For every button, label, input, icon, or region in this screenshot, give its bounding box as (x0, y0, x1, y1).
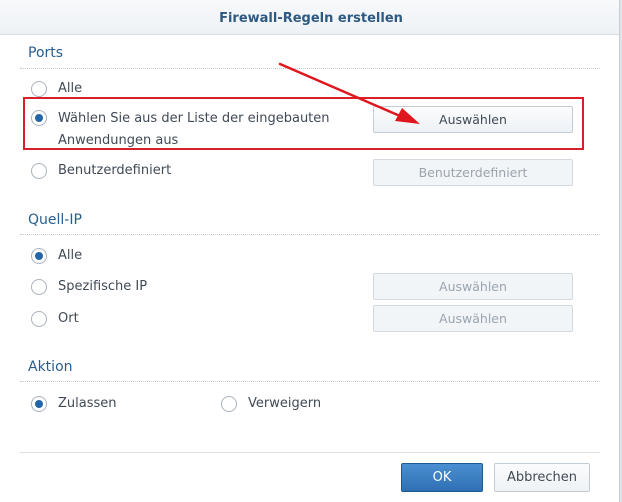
annotation-arrow-icon (278, 62, 420, 124)
firewall-rule-dialog: Firewall-Regeln erstellen Ports Alle Wäh… (0, 0, 622, 502)
